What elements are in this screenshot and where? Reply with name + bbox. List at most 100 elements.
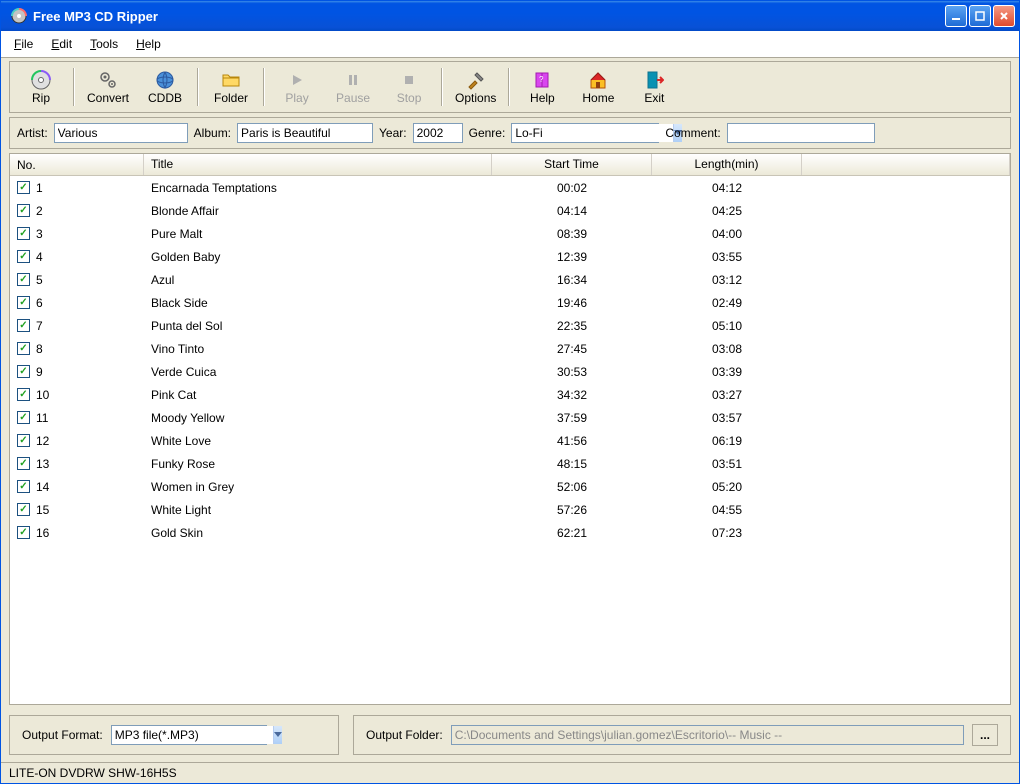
menu-tools[interactable]: Tools <box>83 35 125 53</box>
chevron-down-icon[interactable] <box>273 726 282 744</box>
checkbox-icon[interactable]: ✓ <box>17 181 30 194</box>
track-length: 05:20 <box>652 478 802 496</box>
track-table: No. Title Start Time Length(min) ✓ 1 Encar… <box>9 153 1011 705</box>
checkbox-icon[interactable]: ✓ <box>17 457 30 470</box>
minimize-button[interactable] <box>945 5 967 27</box>
checkbox-icon[interactable]: ✓ <box>17 227 30 240</box>
menu-file[interactable]: File <box>7 35 40 53</box>
folder-button[interactable]: Folder <box>203 66 259 108</box>
options-button[interactable]: Options <box>447 66 504 108</box>
checkbox-icon[interactable]: ✓ <box>17 250 30 263</box>
track-title: Verde Cuica <box>144 363 492 381</box>
table-row[interactable]: ✓16Gold Skin62:2107:23 <box>10 521 1010 544</box>
separator <box>441 68 443 106</box>
checkbox-icon[interactable]: ✓ <box>17 526 30 539</box>
tools-icon <box>465 69 487 91</box>
album-field[interactable] <box>237 123 373 143</box>
year-field[interactable] <box>413 123 463 143</box>
table-row[interactable]: ✓3Pure Malt08:3904:00 <box>10 222 1010 245</box>
browse-button[interactable]: ... <box>972 724 998 746</box>
checkbox-icon[interactable]: ✓ <box>17 388 30 401</box>
output-format-field[interactable] <box>112 726 273 744</box>
comment-field[interactable] <box>727 123 875 143</box>
table-row[interactable]: ✓11Moody Yellow37:5903:57 <box>10 406 1010 429</box>
rip-button[interactable]: Rip <box>13 66 69 108</box>
checkbox-icon[interactable]: ✓ <box>17 204 30 217</box>
track-title: Encarnada Temptations <box>144 179 492 197</box>
home-button[interactable]: Home <box>570 66 626 108</box>
table-row[interactable]: ✓2Blonde Affair04:1404:25 <box>10 199 1010 222</box>
menu-edit[interactable]: Edit <box>44 35 79 53</box>
table-row[interactable]: ✓12White Love41:5606:19 <box>10 429 1010 452</box>
globe-icon <box>154 69 176 91</box>
table-row[interactable]: ✓8Vino Tinto27:4503:08 <box>10 337 1010 360</box>
track-no: 8 <box>36 342 43 356</box>
artist-field[interactable] <box>54 123 188 143</box>
cd-icon <box>30 69 52 91</box>
track-start: 57:26 <box>492 501 652 519</box>
track-length: 06:19 <box>652 432 802 450</box>
output-folder-field[interactable] <box>451 725 964 745</box>
column-extra[interactable] <box>802 154 1010 175</box>
table-row[interactable]: ✓14Women in Grey52:0605:20 <box>10 475 1010 498</box>
table-row[interactable]: ✓9Verde Cuica30:5303:39 <box>10 360 1010 383</box>
column-start[interactable]: Start Time <box>492 154 652 175</box>
maximize-button[interactable] <box>969 5 991 27</box>
output-format-label: Output Format: <box>22 728 103 742</box>
checkbox-icon[interactable]: ✓ <box>17 480 30 493</box>
table-row[interactable]: ✓6Black Side19:4602:49 <box>10 291 1010 314</box>
track-no: 10 <box>36 388 49 402</box>
stop-button[interactable]: Stop <box>381 66 437 108</box>
column-no[interactable]: No. <box>10 154 144 175</box>
close-button[interactable] <box>993 5 1015 27</box>
separator <box>508 68 510 106</box>
track-start: 16:34 <box>492 271 652 289</box>
titlebar[interactable]: Free MP3 CD Ripper <box>1 1 1019 31</box>
track-length: 04:55 <box>652 501 802 519</box>
convert-button[interactable]: Convert <box>79 66 137 108</box>
track-no: 1 <box>36 181 43 195</box>
door-icon <box>643 69 665 91</box>
table-row[interactable]: ✓5Azul16:3403:12 <box>10 268 1010 291</box>
output-format-combo[interactable] <box>111 725 267 745</box>
track-title: Blonde Affair <box>144 202 492 220</box>
table-row[interactable]: ✓1Encarnada Temptations00:0204:12 <box>10 176 1010 199</box>
track-no: 12 <box>36 434 49 448</box>
separator <box>263 68 265 106</box>
track-length: 03:12 <box>652 271 802 289</box>
table-row[interactable]: ✓4Golden Baby12:3903:55 <box>10 245 1010 268</box>
table-body[interactable]: ✓1Encarnada Temptations00:0204:12✓2Blond… <box>10 176 1010 704</box>
table-row[interactable]: ✓15White Light57:2604:55 <box>10 498 1010 521</box>
track-start: 12:39 <box>492 248 652 266</box>
track-title: Funky Rose <box>144 455 492 473</box>
help-button[interactable]: ? Help <box>514 66 570 108</box>
checkbox-icon[interactable]: ✓ <box>17 273 30 286</box>
pause-button[interactable]: Pause <box>325 66 381 108</box>
metadata-bar: Artist: Album: Year: Genre: Comment: <box>9 117 1011 149</box>
comment-label: Comment: <box>665 126 720 140</box>
table-row[interactable]: ✓7Punta del Sol22:3505:10 <box>10 314 1010 337</box>
menu-help[interactable]: Help <box>129 35 168 53</box>
track-start: 48:15 <box>492 455 652 473</box>
exit-button[interactable]: Exit <box>626 66 682 108</box>
checkbox-icon[interactable]: ✓ <box>17 296 30 309</box>
checkbox-icon[interactable]: ✓ <box>17 503 30 516</box>
checkbox-icon[interactable]: ✓ <box>17 319 30 332</box>
track-length: 03:51 <box>652 455 802 473</box>
table-row[interactable]: ✓13Funky Rose48:1503:51 <box>10 452 1010 475</box>
genre-field[interactable] <box>512 124 673 142</box>
separator <box>73 68 75 106</box>
checkbox-icon[interactable]: ✓ <box>17 342 30 355</box>
track-no: 7 <box>36 319 43 333</box>
genre-combo[interactable] <box>511 123 659 143</box>
cddb-button[interactable]: CDDB <box>137 66 193 108</box>
checkbox-icon[interactable]: ✓ <box>17 434 30 447</box>
checkbox-icon[interactable]: ✓ <box>17 411 30 424</box>
checkbox-icon[interactable]: ✓ <box>17 365 30 378</box>
column-title[interactable]: Title <box>144 154 492 175</box>
track-no: 9 <box>36 365 43 379</box>
column-length[interactable]: Length(min) <box>652 154 802 175</box>
track-title: Pure Malt <box>144 225 492 243</box>
table-row[interactable]: ✓10Pink Cat34:3203:27 <box>10 383 1010 406</box>
play-button[interactable]: Play <box>269 66 325 108</box>
